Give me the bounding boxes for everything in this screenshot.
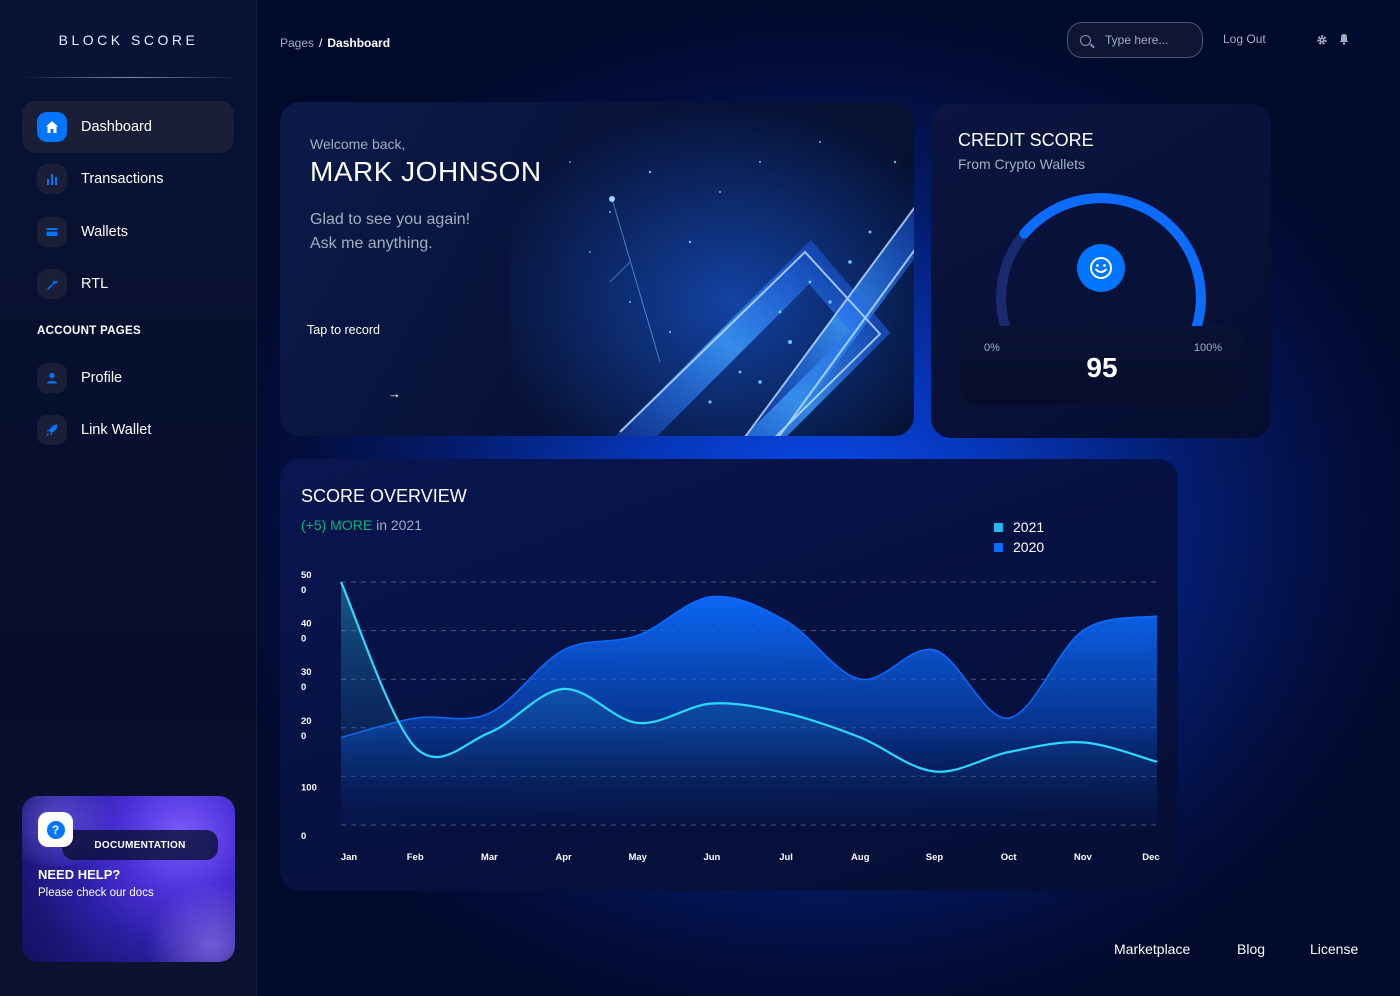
sidebar-item-label: Link Wallet [81, 422, 152, 438]
x-tick-label: May [628, 852, 647, 863]
sidebar-item-transactions[interactable]: Transactions [22, 153, 234, 205]
score-delta-suffix: in 2021 [372, 517, 423, 533]
y-tick-label: 30 0 [301, 667, 312, 693]
logo-divider [20, 77, 240, 78]
help-card[interactable]: DOCUMENTATION ? NEED HELP? Please check … [22, 796, 235, 962]
welcome-message-line: Ask me anything. [310, 235, 433, 252]
chart-legend: 2021 2020 [994, 517, 1044, 557]
tap-to-record-button[interactable]: Tap to record [307, 323, 380, 337]
x-tick-label: Apr [555, 852, 572, 863]
blockchain-illustration [510, 102, 914, 436]
bell-icon[interactable] [1338, 33, 1350, 45]
score-overview-card: 0 100 20 0 30 0 40 0 50 0 Jan Feb Mar Apr May Jun Jul Au… [280, 459, 1178, 891]
wrench-icon [37, 269, 67, 299]
legend-label: 2021 [1013, 519, 1045, 535]
overview-subtitle: (+5) MORE in 2021 [301, 517, 422, 533]
credit-card-icon [37, 217, 67, 247]
sidebar-item-profile[interactable]: Profile [22, 352, 234, 404]
sidebar-item-rtl[interactable]: RTL [22, 258, 234, 310]
x-tick-label: Feb [407, 852, 424, 863]
legend-swatch [994, 542, 1003, 552]
welcome-message: Glad to see you again! Ask me anything. [310, 208, 540, 256]
user-icon [37, 363, 67, 393]
sidebar-item-dashboard[interactable]: Dashboard [22, 101, 234, 153]
sidebar-item-label: Profile [81, 370, 123, 386]
breadcrumb-separator: / [319, 36, 323, 50]
x-tick-label: Jul [779, 852, 793, 863]
breadcrumb: Pages / Dashboard [280, 36, 390, 50]
brand-logo: BLOCK SCORE [58, 32, 199, 48]
credit-score-subtitle: From Crypto Wallets [958, 156, 1086, 172]
sidebar-item-label: Wallets [81, 224, 128, 240]
documentation-button[interactable]: DOCUMENTATION [62, 830, 218, 860]
help-title: NEED HELP? [38, 867, 121, 882]
arrow-right-icon[interactable]: → [388, 386, 401, 401]
breadcrumb-parent[interactable]: Pages [280, 36, 314, 50]
search-placeholder: Type here... [1105, 33, 1169, 47]
legend-item-2021: 2021 [994, 517, 1044, 537]
question-icon: ? [38, 812, 73, 847]
y-tick-label: 100 [301, 782, 317, 793]
sidebar-item-label: Dashboard [81, 119, 152, 135]
x-tick-label: Aug [851, 852, 870, 863]
x-tick-label: Oct [1001, 852, 1018, 863]
sidebar-item-link-wallet[interactable]: Link Wallet [22, 404, 234, 456]
sidebar-item-label: RTL [81, 276, 109, 292]
x-tick-label: Nov [1074, 852, 1093, 863]
welcome-message-line: Glad to see you again! [310, 211, 471, 228]
overview-title: SCORE OVERVIEW [301, 486, 467, 506]
welcome-card: Welcome back, MARK JOHNSON Glad to see y… [280, 102, 914, 436]
breadcrumb-current: Dashboard [327, 36, 391, 50]
user-name: MARK JOHNSON [310, 156, 542, 187]
credit-score-value: 95 [1086, 352, 1118, 383]
bar-chart-icon [37, 164, 67, 194]
footer-link-license[interactable]: License [1310, 941, 1358, 957]
y-tick-label: 50 0 [301, 570, 312, 596]
score-delta: (+5) MORE [301, 517, 373, 533]
welcome-greeting: Welcome back, [310, 136, 406, 152]
smiley-icon [1077, 244, 1125, 292]
score-box: 0% 100% 95 [959, 326, 1245, 406]
credit-score-card: CREDIT SCORE From Crypto Wallets 0% 100%… [931, 104, 1271, 438]
sidebar-item-label: Transactions [81, 171, 164, 187]
x-tick-label: Jan [341, 852, 358, 863]
footer-link-marketplace[interactable]: Marketplace [1114, 941, 1190, 957]
x-tick-label: Sep [926, 852, 944, 863]
sidebar: BLOCK SCORE Dashboard Transactions Walle… [0, 0, 257, 996]
rocket-icon [37, 415, 67, 445]
account-pages-heading: ACCOUNT PAGES [37, 325, 141, 337]
y-tick-label: 40 0 [301, 619, 312, 645]
logout-link[interactable]: Log Out [1223, 32, 1266, 46]
home-icon [37, 112, 67, 142]
x-tick-label: Mar [481, 852, 498, 863]
help-card-decoration [142, 886, 235, 962]
legend-label: 2020 [1013, 539, 1045, 555]
y-tick-label: 0 [301, 831, 306, 842]
x-tick-label: Dec [1142, 852, 1159, 863]
settings-icon[interactable] [1316, 34, 1328, 46]
legend-item-2020: 2020 [994, 537, 1044, 557]
search-icon [1080, 34, 1091, 46]
sidebar-item-wallets[interactable]: Wallets [22, 206, 234, 258]
x-tick-label: Jun [703, 852, 720, 863]
y-tick-label: 20 0 [301, 716, 312, 742]
legend-swatch [994, 522, 1003, 532]
help-subtitle: Please check our docs [38, 887, 154, 899]
footer-link-blog[interactable]: Blog [1237, 941, 1265, 957]
credit-score-title: CREDIT SCORE [958, 130, 1094, 150]
search-input[interactable]: Type here... [1067, 22, 1203, 58]
